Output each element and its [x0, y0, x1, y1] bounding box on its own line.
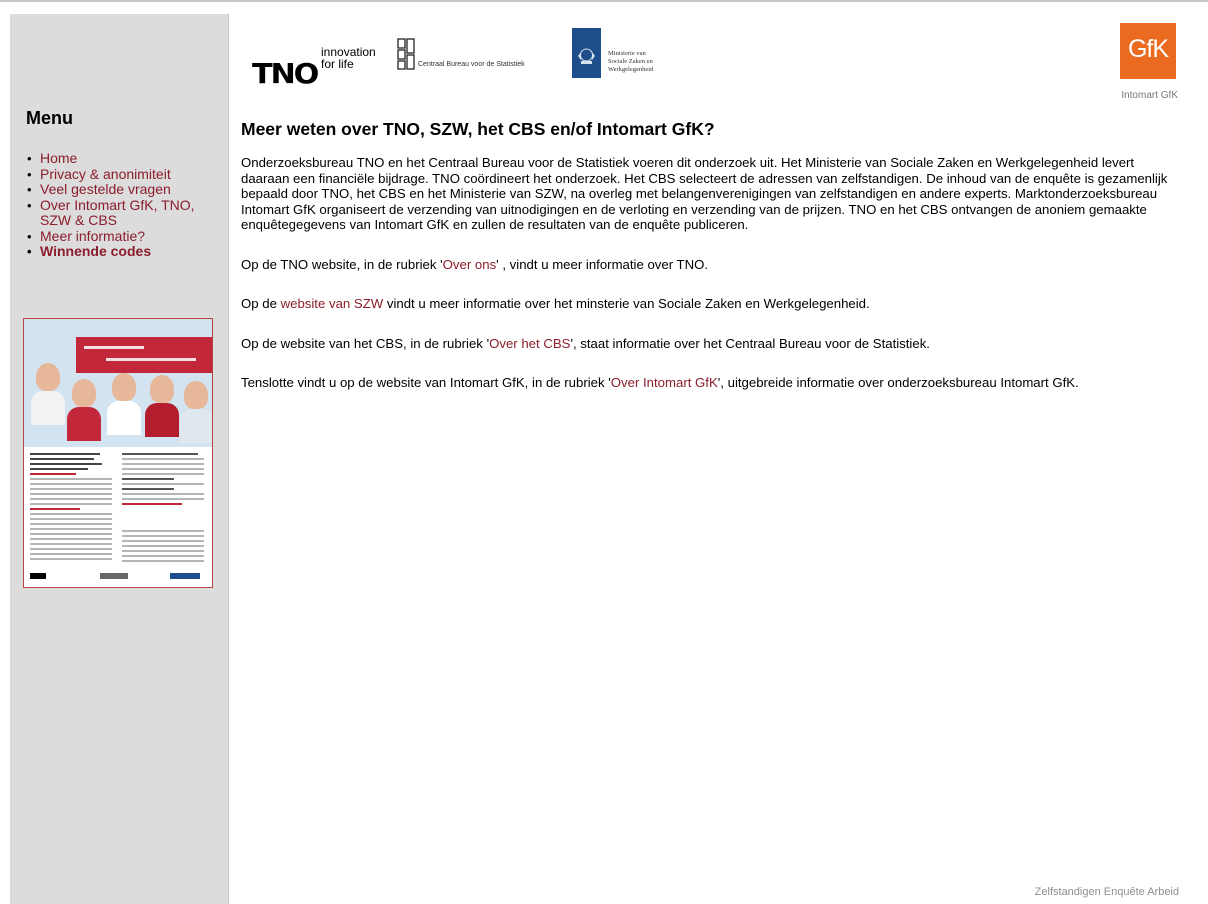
- menu-link-faq[interactable]: Veel gestelde vragen: [40, 181, 171, 197]
- menu-item-faq[interactable]: Veel gestelde vragen: [26, 181, 216, 198]
- szw-logo-emblem: [572, 28, 601, 78]
- menu-link-winning-codes[interactable]: Winnende codes: [40, 243, 151, 259]
- brochure-person: [107, 401, 141, 435]
- main-content: Meer weten over TNO, SZW, het CBS en/of …: [241, 119, 1181, 415]
- cbs-paragraph: Op de website van het CBS, in de rubriek…: [241, 336, 1181, 352]
- menu-item-privacy[interactable]: Privacy & anonimiteit: [26, 166, 216, 183]
- szw-paragraph-text: Op de: [241, 296, 281, 311]
- tno-paragraph: Op de TNO website, in de rubriek 'Over o…: [241, 257, 1181, 273]
- cbs-logo-icon: [397, 38, 415, 70]
- menu-title: Menu: [26, 108, 73, 128]
- brochure-person: [67, 407, 101, 441]
- tno-tagline: innovation for life: [321, 46, 376, 70]
- menu-item-home[interactable]: Home: [26, 150, 216, 167]
- website-szw-link[interactable]: website van SZW: [281, 296, 384, 311]
- over-ons-link[interactable]: Over ons: [443, 257, 497, 272]
- szw-logo-text-line1: Ministerie van Sociale Zaken en: [608, 50, 653, 65]
- brochure-person: [145, 403, 179, 437]
- tno-wordmark: TNO: [252, 57, 319, 90]
- szw-logo-text-line2: Werkgelegenheid: [608, 66, 654, 73]
- brochure-person: [112, 373, 136, 401]
- menu-item-about[interactable]: Over Intomart GfK, TNO, SZW & CBS: [26, 197, 216, 229]
- intro-paragraph: Onderzoeksbureau TNO en het Centraal Bur…: [241, 155, 1168, 232]
- cbs-paragraph-text: Op de website van het CBS, in de rubriek…: [241, 335, 490, 351]
- brochure-title-band: [76, 337, 212, 373]
- brochure-text-column: [30, 453, 112, 577]
- page-title: Meer weten over TNO, SZW, het CBS en/of …: [241, 119, 715, 139]
- brochure-text-column: [122, 453, 204, 577]
- szw-paragraph: Op de website van SZW vindt u meer infor…: [241, 296, 1181, 312]
- brochure-person: [184, 381, 208, 409]
- over-het-cbs-link[interactable]: Over het CBS: [489, 336, 570, 351]
- gfk-paragraph-text: Tenslotte vindt u op de website van Into…: [241, 375, 611, 390]
- menu-item-winning-codes[interactable]: Winnende codes: [26, 243, 216, 260]
- gfk-logo-text: GfK: [1127, 35, 1169, 63]
- over-intomart-gfk-link[interactable]: Over Intomart GfK: [611, 375, 718, 390]
- szw-logo-text: Ministerie van Sociale Zaken en Werkgele…: [608, 50, 653, 74]
- tno-paragraph-text-end: ' , vindt u meer informatie over TNO.: [496, 256, 709, 272]
- menu-link-more-info[interactable]: Meer informatie?: [40, 228, 145, 244]
- gfk-paragraph: Tenslotte vindt u op de website van Into…: [241, 375, 1181, 391]
- cbs-logo-text: Centraal Bureau voor de Statistiek: [418, 61, 525, 68]
- menu-list: Home Privacy & anonimiteit Veel gestelde…: [26, 150, 216, 260]
- menu-link-about[interactable]: Over Intomart GfK, TNO, SZW & CBS: [40, 197, 195, 229]
- brochure-person: [36, 363, 60, 391]
- tno-tagline-line2: for life: [321, 57, 354, 71]
- gfk-paragraph-text-end: ', uitgebreide informatie over onderzoek…: [717, 375, 1079, 390]
- gfk-caption: Intomart GfK: [1121, 90, 1178, 101]
- brochure-person: [31, 391, 65, 425]
- cbs-paragraph-text-end: ', staat informatie over het Centraal Bu…: [570, 335, 930, 351]
- szw-paragraph-text-end: vindt u meer informatie over het minster…: [383, 296, 870, 311]
- brochure-image[interactable]: [23, 318, 213, 588]
- footer-text: Zelfstandigen Enquête Arbeid: [1034, 886, 1179, 898]
- brochure-person: [180, 409, 212, 443]
- brochure-footer-logos: [30, 573, 206, 581]
- tno-logo: TNO: [252, 44, 319, 88]
- menu-item-more-info[interactable]: Meer informatie?: [26, 228, 216, 245]
- brochure-person: [72, 379, 96, 407]
- menu-link-home[interactable]: Home: [40, 150, 77, 166]
- brochure-person: [150, 375, 174, 403]
- menu-link-privacy[interactable]: Privacy & anonimiteit: [40, 166, 171, 182]
- gfk-logo: GfK: [1120, 23, 1176, 79]
- tno-paragraph-text: Op de TNO website, in de rubriek ': [241, 256, 443, 272]
